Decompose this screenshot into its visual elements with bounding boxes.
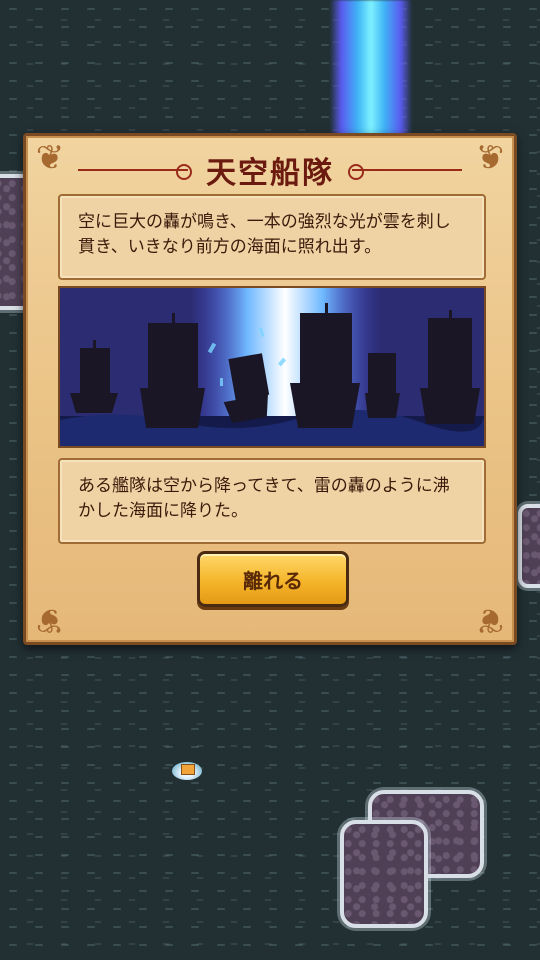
title-row: 天空船隊 — [26, 150, 514, 191]
event-result-text: ある艦隊は空から降ってきて、雷の轟のように沸かした海面に降りた。 — [58, 458, 486, 544]
sky-fleet-image — [60, 288, 484, 446]
event-dialog: ❦ ❦ ❦ ❦ 天空船隊 空に巨大の轟が鳴き、一本の強烈な光が雲を刺し貫き、いき… — [23, 133, 517, 645]
event-title: 天空船隊 — [206, 156, 334, 191]
scroll-ornament-icon: ❦ — [475, 600, 505, 640]
title-flourish-right-icon — [348, 164, 462, 180]
raft-icon[interactable] — [172, 762, 202, 780]
island-right — [518, 504, 540, 588]
island-bottom-lower — [340, 820, 428, 928]
event-description: 空に巨大の轟が鳴き、一本の強烈な光が雲を刺し貫き、いきなり前方の海面に照れ出す。 — [58, 194, 486, 280]
scroll-ornament-icon: ❦ — [35, 600, 65, 640]
light-beam — [330, 0, 412, 140]
sky-fleet-illustration — [58, 286, 486, 448]
title-flourish-left-icon — [78, 164, 192, 180]
leave-button[interactable]: 離れる — [197, 551, 349, 607]
